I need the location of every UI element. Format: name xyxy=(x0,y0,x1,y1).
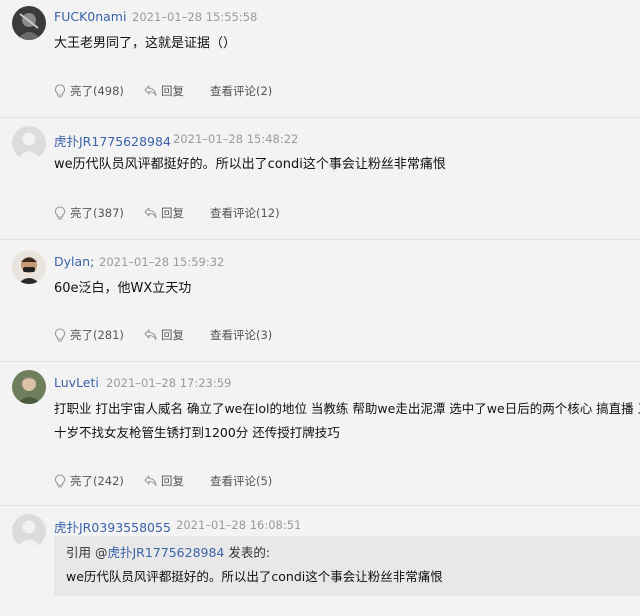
like-button[interactable]: 亮了(387) xyxy=(54,205,144,221)
view-replies-link[interactable]: 查看评论(2) xyxy=(210,83,272,99)
view-replies-label: 查看评论(2) xyxy=(210,84,273,98)
comment-actions: 亮了(242) 回复 查看评论(5) xyxy=(54,472,272,490)
comment-content: we历代队员风评都挺好的。所以出了condi这个事会让粉丝非常痛恨 xyxy=(54,157,446,172)
reply-icon xyxy=(144,207,157,219)
comment-item: Dylan; 2021–01–28 15:59:32 60e泛白，他WX立天功 … xyxy=(0,240,640,362)
quoted-comment: 引用 @虎扑JR1775628984 发表的: we历代队员风评都挺好的。所以出… xyxy=(54,536,640,596)
like-count: 亮了(242) xyxy=(70,474,124,488)
lightbulb-icon xyxy=(54,206,66,220)
comment-content-line: 十岁不找女友枪管生锈打到1200分 还传授打牌技巧 xyxy=(54,425,340,440)
reply-button[interactable]: 回复 xyxy=(144,327,210,343)
reply-label: 回复 xyxy=(161,84,184,98)
like-button[interactable]: 亮了(242) xyxy=(54,473,144,489)
username[interactable]: 虎扑JR1775628984 xyxy=(54,131,171,150)
username[interactable]: LuvLeti xyxy=(54,375,99,390)
timestamp: 2021–01–28 15:55:58 xyxy=(132,10,258,24)
quote-body: we历代队员风评都挺好的。所以出了condi这个事会让粉丝非常痛恨 xyxy=(66,569,443,584)
timestamp: 2021–01–28 16:08:51 xyxy=(176,518,302,532)
reply-button[interactable]: 回复 xyxy=(144,205,210,221)
reply-icon xyxy=(144,475,157,487)
comment-item: 虎扑JR0393558055 2021–01–28 16:08:51 引用 @虎… xyxy=(0,506,640,616)
comment-content: 打职业 打出宇宙人威名 确立了we在lol的地位 当教练 帮助we走出泥潭 选中… xyxy=(54,397,640,445)
view-replies-label: 查看评论(5) xyxy=(210,474,273,488)
avatar[interactable] xyxy=(12,370,46,404)
comment-content-line: 打职业 打出宇宙人威名 确立了we在lol的地位 当教练 帮助we走出泥潭 选中… xyxy=(54,401,640,416)
reply-button[interactable]: 回复 xyxy=(144,473,210,489)
like-count: 亮了(498) xyxy=(70,84,124,98)
comment-item: FUCK0nami 2021–01–28 15:55:58 大王老男同了，这就是… xyxy=(0,0,640,118)
view-replies-link[interactable]: 查看评论(12) xyxy=(210,205,280,221)
username[interactable]: Dylan; xyxy=(54,254,94,269)
comment-item: 虎扑JR1775628984 2021–01–28 15:48:22 we历代队… xyxy=(0,118,640,240)
reply-icon xyxy=(144,85,157,97)
like-button[interactable]: 亮了(281) xyxy=(54,327,144,343)
reply-label: 回复 xyxy=(161,206,184,220)
lightbulb-icon xyxy=(54,84,66,98)
view-replies-link[interactable]: 查看评论(5) xyxy=(210,473,272,489)
reply-label: 回复 xyxy=(161,474,184,488)
like-button[interactable]: 亮了(498) xyxy=(54,83,144,99)
reply-icon xyxy=(144,329,157,341)
timestamp: 2021–01–28 15:48:22 xyxy=(173,132,299,146)
view-replies-link[interactable]: 查看评论(3) xyxy=(210,327,272,343)
reply-button[interactable]: 回复 xyxy=(144,83,210,99)
comment-feed: FUCK0nami 2021–01–28 15:55:58 大王老男同了，这就是… xyxy=(0,0,640,616)
view-replies-label: 查看评论(12) xyxy=(210,206,280,220)
quote-prefix: 引用 @ xyxy=(66,545,108,560)
quote-suffix: 发表的: xyxy=(224,545,271,560)
lightbulb-icon xyxy=(54,474,66,488)
avatar[interactable] xyxy=(12,126,46,160)
like-count: 亮了(281) xyxy=(70,328,124,342)
view-replies-label: 查看评论(3) xyxy=(210,328,273,342)
comment-item: LuvLeti 2021–01–28 17:23:59 打职业 打出宇宙人威名 … xyxy=(0,362,640,506)
avatar[interactable] xyxy=(12,6,46,40)
comment-content: 60e泛白，他WX立天功 xyxy=(54,281,192,296)
comment-actions: 亮了(281) 回复 查看评论(3) xyxy=(54,326,272,344)
reply-label: 回复 xyxy=(161,328,184,342)
like-count: 亮了(387) xyxy=(70,206,124,220)
comment-actions: 亮了(498) 回复 查看评论(2) xyxy=(54,82,272,100)
quote-username-link[interactable]: 虎扑JR1775628984 xyxy=(107,545,224,560)
username[interactable]: 虎扑JR0393558055 xyxy=(54,517,171,536)
avatar[interactable] xyxy=(12,250,46,284)
quote-header: 引用 @虎扑JR1775628984 发表的: xyxy=(66,542,628,564)
username[interactable]: FUCK0nami xyxy=(54,9,126,24)
comment-actions: 亮了(387) 回复 查看评论(12) xyxy=(54,204,280,222)
avatar[interactable] xyxy=(12,514,46,548)
timestamp: 2021–01–28 17:23:59 xyxy=(106,376,232,390)
timestamp: 2021–01–28 15:59:32 xyxy=(99,255,225,269)
lightbulb-icon xyxy=(54,328,66,342)
comment-content: 大王老男同了，这就是证据（） xyxy=(54,36,237,51)
